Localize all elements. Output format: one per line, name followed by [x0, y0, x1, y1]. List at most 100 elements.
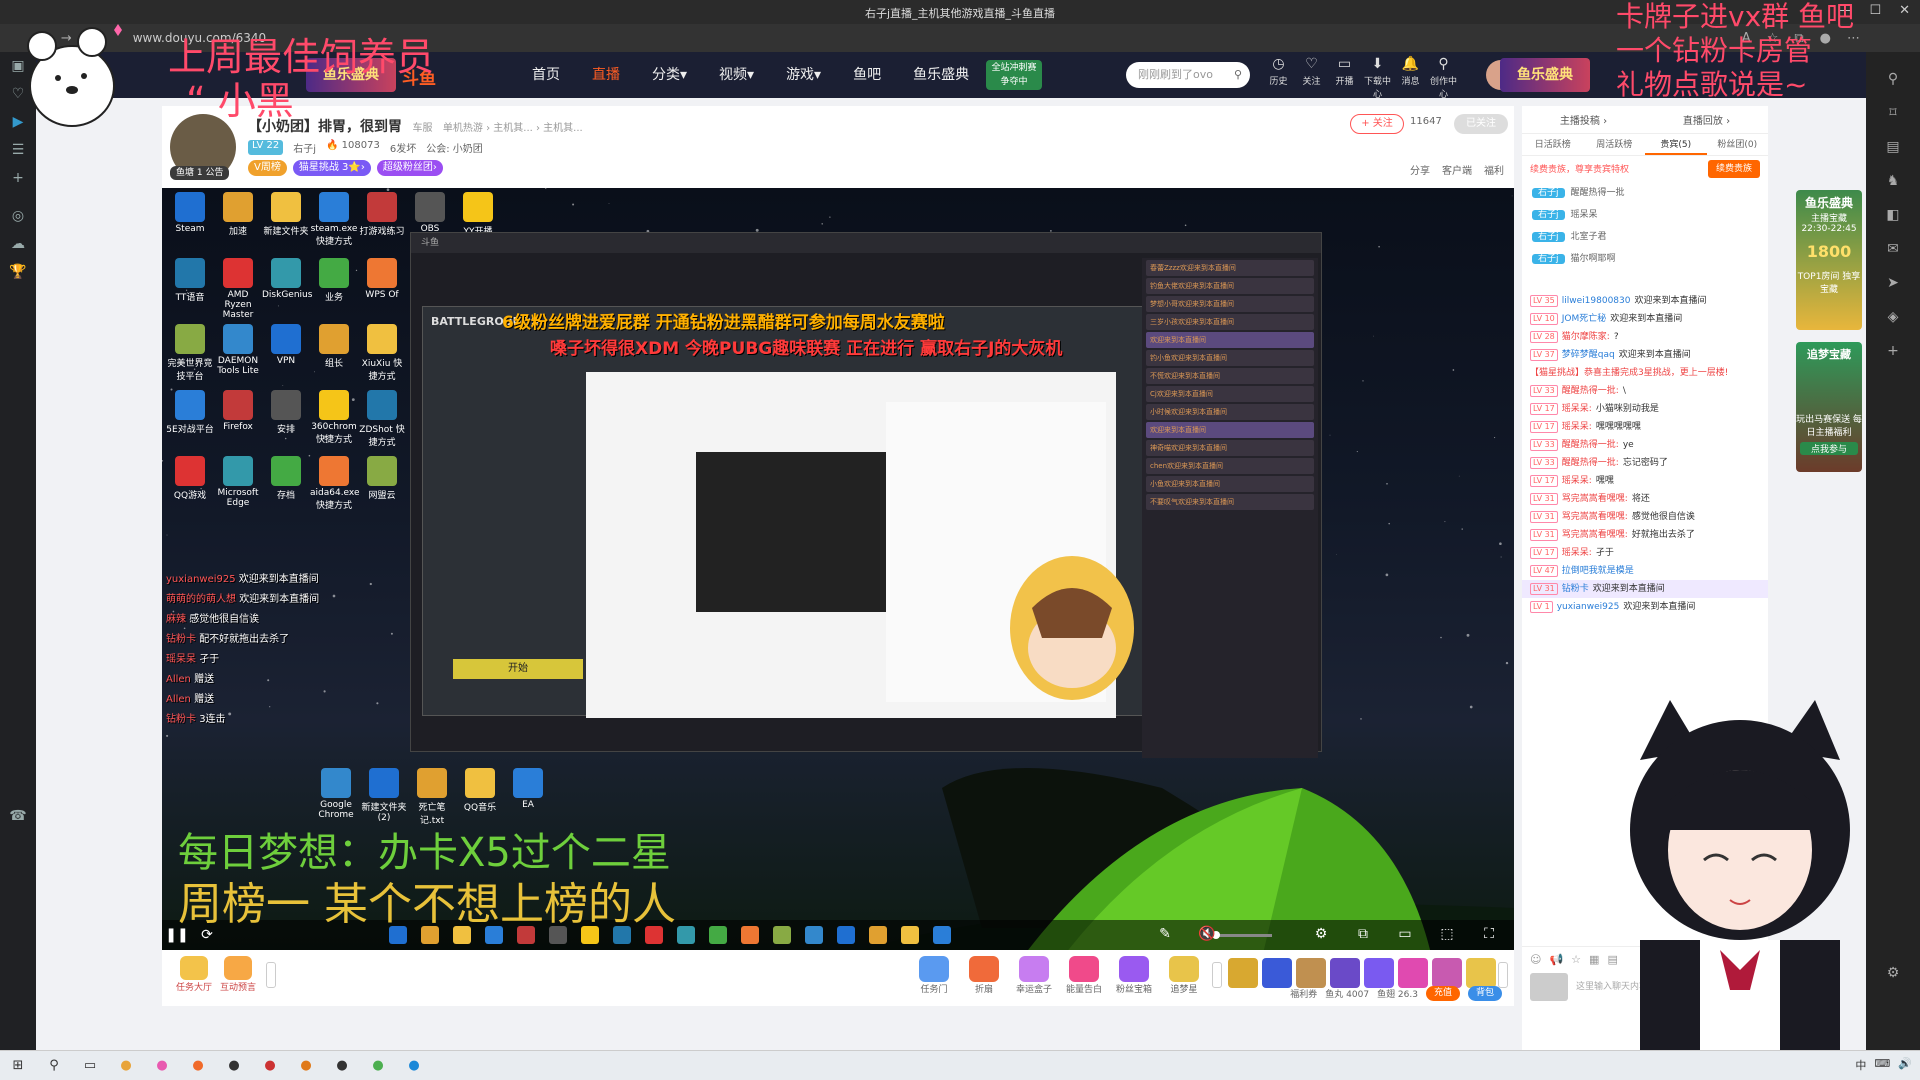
- host-name[interactable]: 右子j: [293, 140, 316, 155]
- chat-username[interactable]: yuxianwei925: [1557, 602, 1620, 612]
- quality-icon[interactable]: ⚙: [1306, 926, 1336, 942]
- gift-slot[interactable]: [1364, 958, 1394, 988]
- chat-username[interactable]: 猫尔摩陈家:: [1562, 332, 1610, 342]
- gift-slot[interactable]: [1432, 958, 1462, 988]
- chat-username[interactable]: 瑶呆呆:: [1562, 476, 1592, 486]
- backpack-button[interactable]: 背包: [1467, 986, 1502, 1001]
- promo-badge[interactable]: 全站冲刺赛 争夺中: [986, 60, 1042, 90]
- match-icon[interactable]: 🏆: [0, 258, 36, 286]
- horn-icon[interactable]: 📢: [1549, 953, 1563, 966]
- chat-username[interactable]: lilwei19800830: [1562, 296, 1631, 306]
- add-icon[interactable]: +: [0, 164, 36, 192]
- chat-username[interactable]: 瑶呆呆:: [1562, 404, 1592, 414]
- keyboard-icon[interactable]: ⌨: [1874, 1057, 1890, 1073]
- streamer-post-link[interactable]: 主播投稿 ›: [1560, 112, 1607, 127]
- chat-username[interactable]: 瑶呆呆:: [1562, 548, 1592, 558]
- chat-username[interactable]: 钻粉卡: [1562, 584, 1589, 594]
- task-hall-button[interactable]: 任务大厅: [174, 956, 214, 993]
- ime-indicator[interactable]: 中: [1855, 1057, 1866, 1073]
- chat-username[interactable]: 骂完嵩嵩看嘿嘿:: [1562, 530, 1628, 540]
- app-icon-3[interactable]: ●: [183, 1054, 213, 1078]
- fullscreen-icon[interactable]: ⛶: [1474, 926, 1504, 942]
- search-icon[interactable]: ⚲: [1866, 62, 1920, 96]
- gift-item[interactable]: 能量告白: [1062, 956, 1106, 995]
- room-breadcrumb[interactable]: 单机热游 › 主机其... › 主机其...: [443, 123, 583, 134]
- task-view-icon[interactable]: ▭: [75, 1054, 105, 1078]
- chat-username[interactable]: 骂完嵩嵩看嘿嘿:: [1562, 494, 1628, 504]
- chat-username[interactable]: 醒醒热得一批:: [1562, 386, 1619, 396]
- nav-menu-item[interactable]: 分类▾: [636, 52, 703, 98]
- chat-tab[interactable]: 贵宾(5): [1645, 134, 1707, 155]
- volume-icon[interactable]: 🔊: [1898, 1057, 1912, 1073]
- followed-button[interactable]: 已关注: [1454, 114, 1508, 134]
- replay-link[interactable]: 直播回放 ›: [1683, 112, 1730, 127]
- rank-icon[interactable]: ☰: [0, 136, 36, 164]
- chat-username[interactable]: 瑶呆呆:: [1562, 422, 1592, 432]
- cloud-game-icon[interactable]: ☁: [0, 230, 36, 258]
- nav-tool[interactable]: ◷ 历史: [1262, 56, 1295, 100]
- telegram-icon[interactable]: ➤: [1866, 266, 1920, 300]
- gift-item[interactable]: 折扇: [962, 956, 1006, 995]
- app-icon-4[interactable]: ●: [219, 1054, 249, 1078]
- webfullscreen-icon[interactable]: ⬚: [1432, 926, 1462, 942]
- vip-row[interactable]: 右子j 北室子君: [1522, 226, 1768, 248]
- app-icon-2[interactable]: ●: [147, 1054, 177, 1078]
- games-icon[interactable]: ♞: [1866, 164, 1920, 198]
- app-icon-8[interactable]: ●: [363, 1054, 393, 1078]
- gift-slot[interactable]: [1296, 958, 1326, 988]
- emoji-icon[interactable]: ☺: [1530, 953, 1541, 966]
- search-icon[interactable]: ⚲: [1234, 62, 1242, 88]
- gift-slot[interactable]: [1262, 958, 1292, 988]
- nav-tool[interactable]: ♡ 关注: [1295, 56, 1328, 100]
- nav-menu-item[interactable]: 直播: [576, 52, 636, 98]
- chat-username[interactable]: 梦碎梦醒qaq: [1562, 350, 1615, 360]
- search-input[interactable]: 刚刚刷到了ovo ⚲: [1126, 62, 1250, 88]
- nav-tool[interactable]: ⚲ 创作中心: [1427, 56, 1460, 100]
- vip-row[interactable]: 右子j 猫尔啊耶啊: [1522, 248, 1768, 270]
- briefcase-icon[interactable]: ▤: [1866, 130, 1920, 164]
- welfare-link[interactable]: 福利: [1484, 162, 1504, 177]
- recharge-button[interactable]: 充值: [1425, 986, 1460, 1001]
- office-icon[interactable]: ◧: [1866, 198, 1920, 232]
- mute-icon[interactable]: 🔇: [1192, 926, 1222, 942]
- room-badge[interactable]: 猫星挑战 3⭐›: [292, 160, 371, 176]
- star-icon[interactable]: ☆: [1571, 953, 1581, 966]
- chat-username[interactable]: 醒醒热得一批:: [1562, 458, 1619, 468]
- chat-username[interactable]: 拉倒吧我就是模是: [1562, 566, 1634, 576]
- game-icon[interactable]: ◎: [0, 202, 36, 230]
- image-icon[interactable]: ▦: [1589, 953, 1599, 966]
- chat-username[interactable]: 醒醒热得一批:: [1562, 440, 1619, 450]
- chat-username[interactable]: JOM死亡秘: [1562, 314, 1607, 324]
- follow-button[interactable]: + 关注: [1350, 114, 1404, 134]
- vip-row[interactable]: 右子j 瑶呆呆: [1522, 204, 1768, 226]
- chat-tab[interactable]: 周活跃榜: [1584, 134, 1646, 155]
- gift-item[interactable]: 追梦星: [1162, 956, 1206, 995]
- add-sidebar-icon[interactable]: +: [1866, 334, 1920, 368]
- client-link[interactable]: 客户端: [1442, 162, 1472, 177]
- gift-item[interactable]: 任务门: [912, 956, 956, 995]
- chat-tab[interactable]: 日活跃榜: [1522, 134, 1584, 155]
- tag-icon[interactable]: ⌑: [1866, 96, 1920, 130]
- event-logo-right[interactable]: 鱼乐盛典: [1500, 58, 1590, 92]
- gift-item[interactable]: 幸运盒子: [1012, 956, 1056, 995]
- start-icon[interactable]: ⊞: [3, 1054, 33, 1078]
- gift-slot[interactable]: [1330, 958, 1360, 988]
- room-badge[interactable]: V周榜: [248, 160, 287, 176]
- app-icon-7[interactable]: ●: [327, 1054, 357, 1078]
- close-icon[interactable]: ✕: [1899, 3, 1910, 18]
- chat-tab[interactable]: 粉丝团(0): [1707, 134, 1769, 155]
- room-badge[interactable]: 超级粉丝团›: [376, 160, 443, 176]
- nav-tool[interactable]: ▭ 开播: [1328, 56, 1361, 100]
- treasure-box[interactable]: 鱼乐盛典 主播宝藏 22:30-22:45 1800 TOP1房间 独享宝藏: [1796, 190, 1862, 330]
- app-icon-6[interactable]: ●: [291, 1054, 321, 1078]
- edge-icon[interactable]: ●: [399, 1054, 429, 1078]
- share-link[interactable]: 分享: [1410, 162, 1430, 177]
- gift-item[interactable]: 粉丝宝箱: [1112, 956, 1156, 995]
- app-icon-5[interactable]: ●: [255, 1054, 285, 1078]
- gift-slot[interactable]: [1228, 958, 1258, 988]
- drop-icon[interactable]: ◈: [1866, 300, 1920, 334]
- chat-username[interactable]: 骂完嵩嵩看嘿嘿:: [1562, 512, 1628, 522]
- welfare-label[interactable]: 福利券: [1290, 987, 1317, 1000]
- app-icon-1[interactable]: ●: [111, 1054, 141, 1078]
- nav-menu-item[interactable]: 首页: [516, 52, 576, 98]
